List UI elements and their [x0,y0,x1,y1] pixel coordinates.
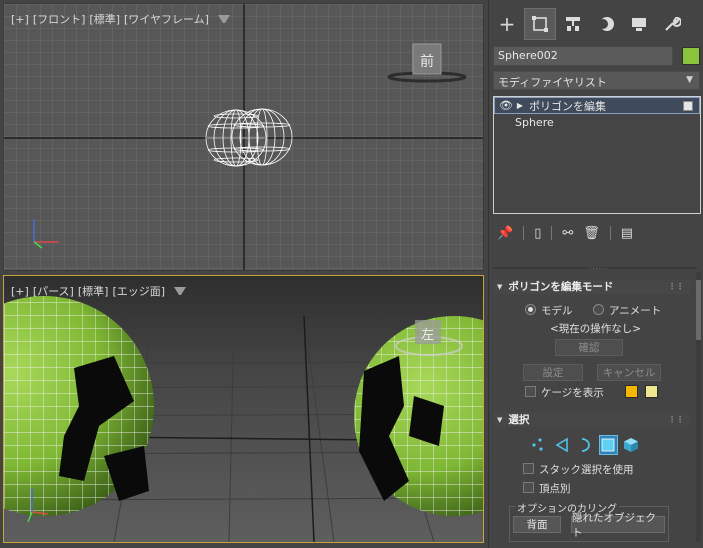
backface-button[interactable]: 背面 [513,516,561,533]
expand-triangle-icon[interactable]: ▶ [515,101,525,110]
vertex-icon[interactable] [529,435,548,455]
modifier-list-dropdown[interactable]: モディファイヤリスト ▼ [493,71,700,90]
settings-button[interactable]: 設定 [523,364,583,381]
filter-icon[interactable] [174,287,187,295]
plus-icon: + [498,12,516,36]
hierarchy-tab[interactable] [557,8,589,40]
subobject-level-icons [529,435,641,455]
grip-icon[interactable]: ······ [589,265,608,273]
perspective-viewport-label[interactable]: [+] [パース] [標準] [エッジ面] [10,283,187,299]
separator [551,226,553,240]
perspective-viewport[interactable]: [+] [パース] [標準] [エッジ面] 左 [3,275,484,543]
eye-icon[interactable]: 👁 [497,99,515,112]
command-panel: + Sphere002 モディファイヤリスト ▼ 👁 ▶ ポリゴンを編集 Sph [488,0,703,548]
hierarchy-icon [566,17,580,31]
dropdown-arrow-icon: ▼ [686,75,693,85]
stack-item-edit-poly[interactable]: 👁 ▶ ポリゴンを編集 [494,97,700,114]
motion-tab[interactable] [590,8,622,40]
pin-stack-icon[interactable]: 📌 [497,226,513,241]
show-cage-checkbox[interactable] [525,386,536,397]
animate-radio[interactable] [593,304,604,315]
occluded-objects-button[interactable]: 隠れたオブジェクト [571,512,665,539]
show-end-result-icon[interactable]: ▯ [534,226,541,241]
stack-item-toggle[interactable] [683,101,693,111]
display-icon [632,18,646,31]
edit-poly-mode-rollout-header[interactable]: ▼ ポリゴンを編集モード ⋮⋮ [493,279,690,294]
edge-icon[interactable] [552,435,571,455]
perspective-scene [4,276,483,542]
polygon-icon[interactable] [598,435,618,455]
stack-item-sphere[interactable]: Sphere [494,114,700,131]
use-stack-selection-checkbox[interactable] [523,463,534,474]
modify-tab[interactable] [524,8,556,40]
modifier-stack[interactable]: 👁 ▶ ポリゴンを編集 Sphere [493,96,701,214]
model-radio[interactable] [525,304,536,315]
current-operation-label: <現在の操作なし> [550,323,642,335]
drag-handle-icon[interactable]: ⋮⋮ [668,415,684,424]
panel-scrollbar[interactable] [696,272,701,542]
view-cube-face-label[interactable]: 前 [420,51,434,71]
commit-button[interactable]: 確認 [555,339,623,356]
command-panel-tabs: + [491,8,699,44]
front-viewport[interactable]: [+] [フロント] [標準] [ワイヤフレーム] 前 [3,3,484,271]
separator [609,226,611,240]
object-name-field[interactable]: Sphere002 [493,46,673,66]
by-vertex-checkbox[interactable] [523,482,534,493]
collapse-caret-icon: ▼ [497,282,503,291]
wrench-icon [665,16,681,31]
front-viewport-label[interactable]: [+] [フロント] [標準] [ワイヤフレーム] [10,11,230,27]
cage-color-swatch-2[interactable] [645,385,658,398]
utilities-tab[interactable] [656,8,688,40]
display-tab[interactable] [623,8,655,40]
view-cube-face-label[interactable]: 左 [421,324,434,343]
configure-modifier-sets-icon[interactable]: ▤ [621,226,633,241]
element-icon[interactable] [622,435,641,455]
object-color-swatch[interactable] [682,47,700,65]
collapse-caret-icon: ▼ [497,415,503,424]
filter-icon[interactable] [217,15,230,23]
front-grid [4,4,483,270]
border-icon[interactable] [575,435,594,455]
stack-toolbar: 📌 ▯ ⚯ 🗑 ▤ [497,224,697,242]
cancel-button[interactable]: キャンセル [597,364,661,381]
separator [523,226,525,240]
scrollbar-thumb[interactable] [696,280,701,340]
remove-modifier-icon[interactable]: 🗑 [583,226,600,241]
drag-handle-icon[interactable]: ⋮⋮ [668,282,684,291]
cage-color-swatch-1[interactable] [625,385,638,398]
modify-icon [532,16,548,32]
motion-icon [598,17,614,31]
selection-rollout-header[interactable]: ▼ 選択 ⋮⋮ [493,412,690,427]
make-unique-icon[interactable]: ⚯ [562,226,573,241]
create-tab[interactable]: + [491,8,523,40]
